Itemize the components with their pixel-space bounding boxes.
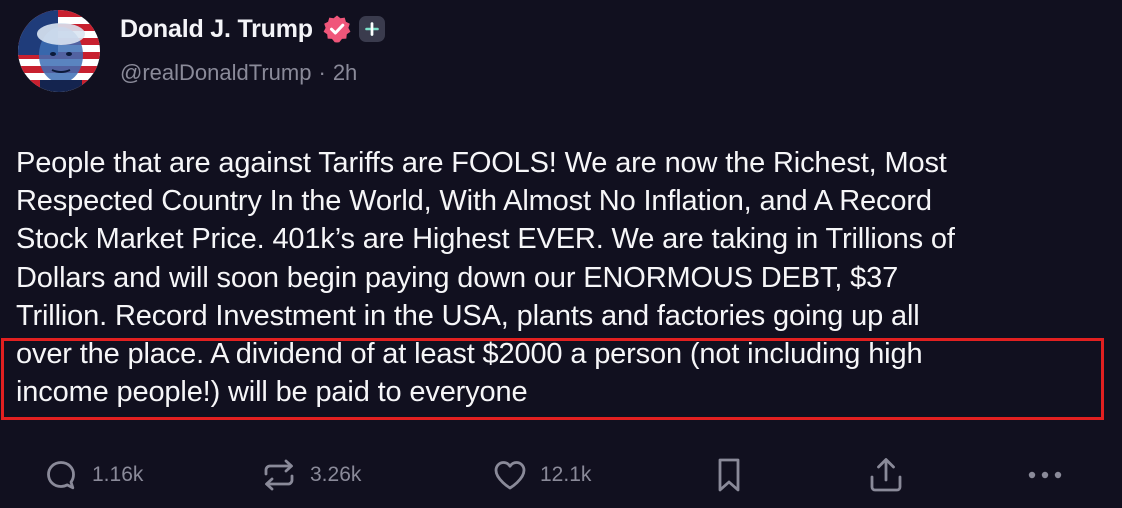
avatar[interactable] [18,10,100,92]
like-count: 12.1k [540,463,592,486]
post-header: Donald J. Trump @realDonaldTrump · 2h [120,12,720,86]
bookmark-icon [714,456,744,494]
like-button[interactable]: 12.1k [492,452,591,498]
post-meta: @realDonaldTrump · 2h [120,60,720,86]
bookmark-button[interactable] [714,452,744,498]
reply-count: 1.16k [92,463,144,486]
plus-icon[interactable] [358,16,385,42]
post-text: People that are against Tariffs are FOOL… [16,147,955,409]
share-button[interactable] [866,452,906,498]
handle[interactable]: @realDonaldTrump [120,60,311,86]
like-icon [492,458,528,492]
more-icon [1026,468,1066,482]
meta-separator: · [318,60,326,85]
more-button[interactable] [1026,452,1066,498]
repost-icon [260,458,298,492]
post-card: Donald J. Trump @realDonaldTrump · 2h Pe… [0,0,1122,508]
name-row: Donald J. Trump [120,12,720,46]
repost-count: 3.26k [310,463,362,486]
display-name[interactable]: Donald J. Trump [120,15,313,44]
timestamp[interactable]: 2h [333,60,357,86]
repost-button[interactable]: 3.26k [260,452,361,498]
reply-icon [44,458,78,492]
action-bar: 1.16k 3.26k 12.1k [0,452,1122,498]
reply-button[interactable]: 1.16k [44,452,143,498]
share-icon [866,455,906,495]
verified-badge-icon [322,14,352,44]
